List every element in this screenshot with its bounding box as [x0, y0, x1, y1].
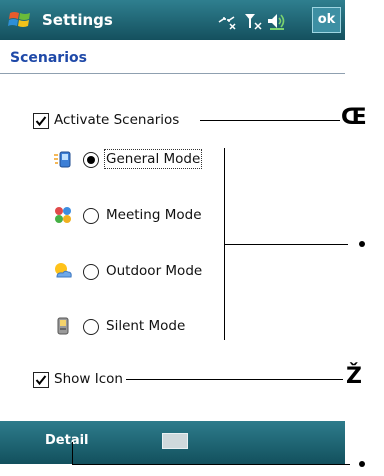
keyboard-icon[interactable]: [162, 433, 188, 449]
ok-button[interactable]: ok: [312, 7, 341, 33]
checkmark-icon: [35, 375, 47, 386]
page-title: Scenarios: [10, 50, 87, 66]
volume-icon[interactable]: [266, 12, 288, 30]
device-screen: Settings ok Scenarios Activate Scenarios: [0, 0, 345, 464]
meeting-mode-radio[interactable]: [83, 208, 99, 224]
callout-4: [359, 461, 365, 467]
activate-scenarios-label: Activate Scenarios: [54, 112, 180, 128]
signal-icon[interactable]: [243, 12, 263, 30]
show-icon-checkbox[interactable]: [33, 372, 49, 388]
windows-start-icon[interactable]: [6, 8, 36, 32]
title-bar: Settings ok: [0, 0, 345, 40]
general-mode-icon: [54, 151, 71, 168]
general-mode-radio[interactable]: [83, 152, 99, 168]
meeting-mode-icon: [55, 207, 71, 223]
silent-mode-label[interactable]: Silent Mode: [106, 318, 185, 334]
softkey-bar: Detail: [0, 421, 345, 464]
outdoor-mode-radio[interactable]: [83, 264, 99, 280]
outdoor-mode-icon: [55, 263, 72, 278]
connectivity-icon[interactable]: [216, 12, 238, 30]
silent-mode-icon: [57, 317, 69, 335]
callout-1: Œ: [341, 105, 367, 130]
silent-mode-radio[interactable]: [83, 319, 99, 335]
activate-scenarios-checkbox[interactable]: [33, 113, 49, 129]
callout-line-2: [224, 244, 348, 245]
detail-softkey[interactable]: Detail: [45, 433, 89, 448]
callout-2: [359, 241, 365, 247]
meeting-mode-label[interactable]: Meeting Mode: [106, 207, 202, 223]
checkmark-icon: [35, 116, 47, 127]
outdoor-mode-label[interactable]: Outdoor Mode: [106, 263, 202, 279]
app-title: Settings: [42, 11, 113, 29]
callout-line-4: [72, 464, 350, 465]
callout-line-4-vertical: [72, 442, 73, 464]
general-mode-label[interactable]: General Mode: [103, 149, 203, 169]
callout-line-1: [200, 120, 340, 121]
show-icon-label: Show Icon: [54, 371, 123, 387]
callout-3: Ž: [346, 364, 362, 389]
callout-line-3: [126, 379, 343, 380]
divider: [0, 73, 345, 74]
